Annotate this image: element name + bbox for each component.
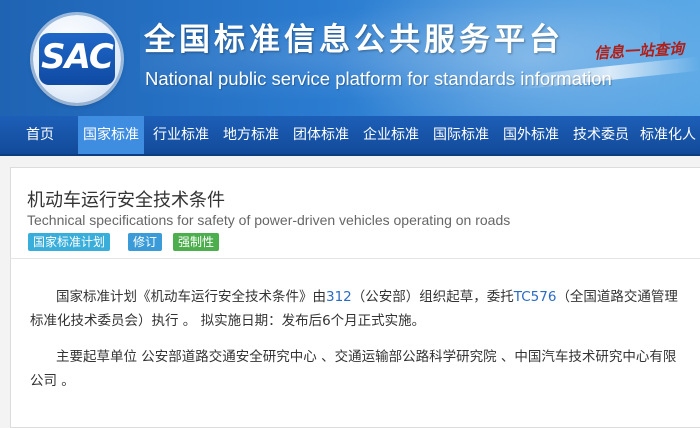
text-committee-name: （全国道路交通管理 — [556, 289, 678, 305]
nav-item-industry-standards[interactable]: 行业标准 — [148, 116, 214, 154]
nav-item-group-standards[interactable]: 团体标准 — [288, 116, 354, 154]
nav-item-standardization-experts[interactable]: 标准化人 — [636, 116, 700, 154]
site-title-en: National public service platform for sta… — [145, 68, 612, 89]
description-paragraph: 国家标准计划《机动车运行安全技术条件》由312（公安部）组织起草，委托TC576… — [30, 285, 686, 333]
nav-item-home[interactable]: 首页 — [10, 116, 70, 154]
technical-committee-link[interactable]: TC576 — [514, 289, 557, 305]
main-nav: 首页 国家标准 行业标准 地方标准 团体标准 企业标准 国际标准 国外标准 技术… — [0, 116, 700, 156]
nav-item-technical-committees[interactable]: 技术委员 — [568, 116, 634, 154]
description-line-2: 标准化技术委员会）执行 。 拟实施日期：发布后6个月正式实施。 — [30, 313, 426, 329]
site-banner: SAC 全国标准信息公共服务平台 National public service… — [0, 0, 700, 116]
document-title: 机动车运行安全技术条件 — [27, 190, 225, 211]
tag-revision: 修订 — [128, 233, 163, 251]
sac-logo[interactable]: SAC — [33, 15, 121, 103]
document-subtitle: Technical specifications for safety of p… — [27, 212, 511, 228]
nav-item-local-standards[interactable]: 地方标准 — [218, 116, 284, 154]
drafting-units-paragraph: 主要起草单位 公安部道路交通安全研究中心 、交通运输部公路科学研究院 、中国汽车… — [30, 345, 686, 393]
nav-item-foreign-standards[interactable]: 国外标准 — [498, 116, 564, 154]
description-line-1: 国家标准计划《机动车运行安全技术条件》由312（公安部）组织起草，委托TC576… — [56, 285, 686, 309]
tag-mandatory: 强制性 — [173, 233, 220, 251]
drafting-units-line-1: 主要起草单位 公安部道路交通安全研究中心 、交通运输部公路科学研究院 、中国汽车… — [56, 349, 677, 365]
nav-item-international-standards[interactable]: 国际标准 — [428, 116, 494, 154]
drafting-org-code-link[interactable]: 312 — [326, 289, 352, 305]
tag-national-plan: 国家标准计划 — [28, 233, 111, 251]
content-divider — [10, 258, 700, 259]
site-title-cn: 全国标准信息公共服务平台 — [144, 22, 564, 58]
nav-item-national-standards[interactable]: 国家标准 — [78, 116, 144, 154]
logo-text: SAC — [41, 37, 114, 77]
text-drafting-org: （公安部）组织起草，委托 — [351, 289, 514, 305]
text-plan-intro: 国家标准计划《机动车运行安全技术条件》由 — [56, 289, 326, 305]
drafting-units-line-2: 公司 。 — [30, 373, 75, 389]
nav-item-enterprise-standards[interactable]: 企业标准 — [358, 116, 424, 154]
